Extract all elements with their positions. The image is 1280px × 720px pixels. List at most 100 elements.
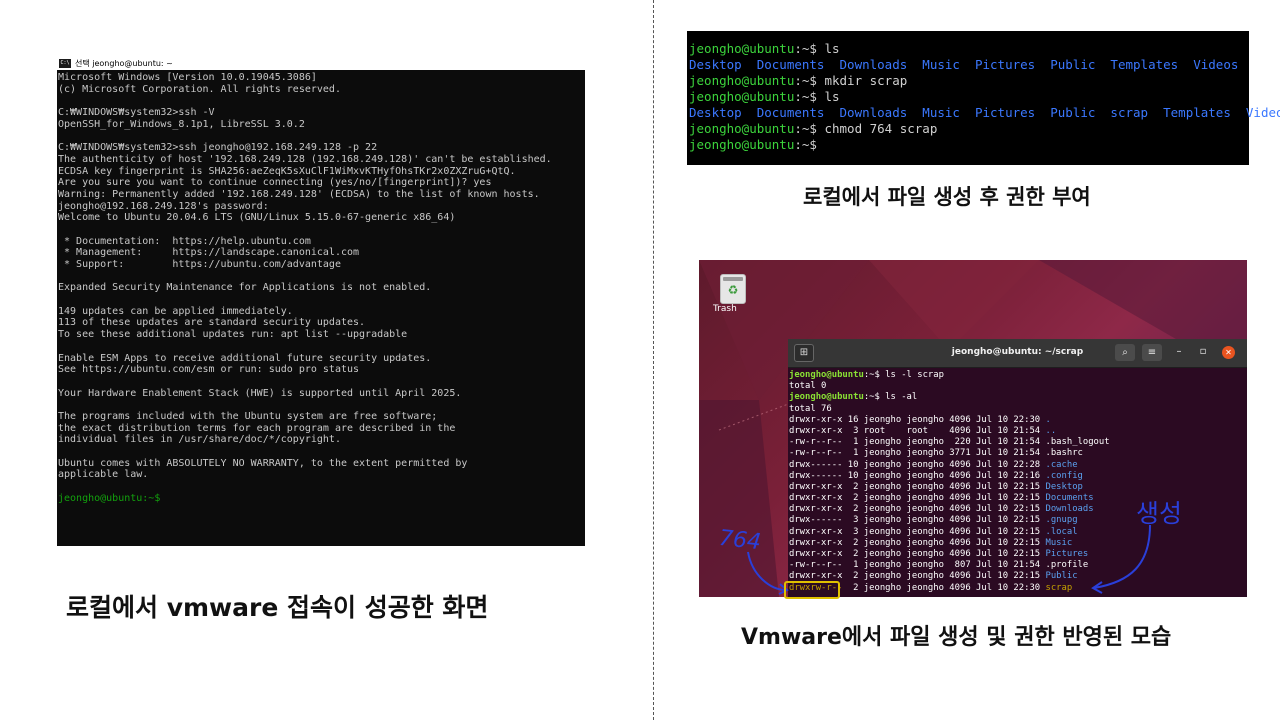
ubuntu-terminal-line: drwx------ 10 jeongho jeongho 4096 Jul 1… <box>788 460 1247 471</box>
ubuntu-terminal-segment: drwxr-xr-x 3 root root 4096 Jul 10 21:54 <box>789 425 1046 436</box>
ubuntu-terminal-line: drwxrw-r-- 2 jeongho jeongho 4096 Jul 10… <box>788 583 1247 594</box>
ubuntu-terminal-output[interactable]: jeongho@ubuntu:~$ ls -l scrap total 0 jeon… <box>788 368 1247 594</box>
cmd-line: Expanded Security Maintenance for Applic… <box>58 282 432 294</box>
ubuntu-terminal-segment: drwxr-xr-x 16 jeongho jeongho 4096 Jul 1… <box>789 414 1046 425</box>
cmd-line: Microsoft Windows [Version 10.0.19045.30… <box>58 72 317 83</box>
cmd-line <box>58 446 584 458</box>
search-icon[interactable]: ⌕ <box>1115 344 1135 361</box>
ubuntu-terminal-segment: drwx------ 10 jeongho jeongho 4096 Jul 1… <box>789 470 1046 481</box>
maximize-icon[interactable]: ▫ <box>1196 345 1210 359</box>
cmd-line: The authenticity of host '192.168.249.12… <box>58 153 552 165</box>
ubuntu-terminal-segment: :~$ ls -al <box>863 392 918 403</box>
ubuntu-terminal-segment: drwxr-xr-x 2 jeongho jeongho 4096 Jul 10… <box>789 504 1046 515</box>
annotation-764: 764 <box>717 525 763 556</box>
local-terminal-segment: :~$ <box>794 137 817 152</box>
ubuntu-terminal-segment: .cache <box>1045 459 1078 470</box>
cmd-line <box>58 224 584 236</box>
ubuntu-terminal-segment: -rw-r--r-- 1 jeongho jeongho 807 Jul 10 … <box>789 560 1089 571</box>
cmd-line: Your Hardware Enablement Stack (HWE) is … <box>58 387 462 399</box>
local-terminal-segment: jeongho@ubuntu <box>689 121 795 136</box>
cmd-line: individual files in /usr/share/doc/*/cop… <box>58 434 341 446</box>
caption-right-top: 로컬에서 파일 생성 후 권한 부여 <box>803 185 1091 209</box>
cmd-output[interactable]: Microsoft Windows [Version 10.0.19045.30… <box>57 70 585 506</box>
cmd-line: Ubuntu comes with ABSOLUTELY NO WARRANTY… <box>58 457 468 469</box>
cmd-window-title: 선택 jeongho@ubuntu: ~ <box>75 58 173 68</box>
cmd-line <box>58 341 584 353</box>
close-icon[interactable]: ✕ <box>1222 346 1235 359</box>
cmd-line: C:₩WINDOWS₩system32>ssh jeongho@192.168.… <box>58 142 378 154</box>
cmd-line: Enable ESM Apps to receive additional fu… <box>58 352 432 364</box>
ubuntu-terminal-segment: .gnupg <box>1045 515 1078 526</box>
ubuntu-terminal-segment: .. <box>1045 425 1057 436</box>
trash-label: Trash <box>713 304 737 314</box>
cmd-line: The programs included with the Ubuntu sy… <box>58 410 438 422</box>
local-terminal[interactable]: jeongho@ubuntu:~$ ls Desktop Documents Do… <box>687 31 1280 165</box>
cmd-line: * Management: https://landscape.canonica… <box>58 247 360 259</box>
ubuntu-terminal-line: total 0 <box>788 381 1247 392</box>
ubuntu-terminal-window: ⊞ jeongho@ubuntu: ~/scrap ⌕ ≡ – ▫ ✕ jeon… <box>788 339 1247 597</box>
terminal-headerbar[interactable]: ⊞ jeongho@ubuntu: ~/scrap ⌕ ≡ – ▫ ✕ <box>788 339 1247 368</box>
local-terminal-segment: jeongho@ubuntu <box>689 73 795 88</box>
dashed-divider <box>653 0 654 720</box>
ubuntu-terminal-line: drwxr-xr-x 2 jeongho jeongho 4096 Jul 10… <box>788 482 1247 493</box>
ubuntu-terminal-line: drwxr-xr-x 2 jeongho jeongho 4096 Jul 10… <box>788 549 1247 560</box>
ubuntu-terminal-line: jeongho@ubuntu:~$ ls -l scrap <box>788 370 1247 381</box>
ubuntu-terminal-segment: -rw-r--r-- 1 jeongho jeongho 220 Jul 10 … <box>789 437 1110 448</box>
cmd-line: Welcome to Ubuntu 20.04.6 LTS (GNU/Linux… <box>58 212 456 224</box>
ubuntu-terminal-line: -rw-r--r-- 1 jeongho jeongho 220 Jul 10 … <box>788 437 1247 448</box>
ubuntu-terminal-segment: :~$ ls -l scrap <box>863 370 944 380</box>
cmd-line: applicable law. <box>58 469 149 481</box>
ubuntu-terminal-segment: . <box>1045 414 1051 425</box>
ubuntu-terminal-segment: scrap <box>1045 582 1073 593</box>
cmd-line: jeongho@192.168.249.128's password: <box>58 200 269 212</box>
cmd-line: jeongho@ubuntu:~$ <box>58 492 161 504</box>
cmd-icon: C:\ <box>59 58 71 68</box>
ubuntu-desktop: ♻ Trash ⊞ jeongho@ubuntu: ~/scrap ⌕ ≡ – … <box>699 260 1247 597</box>
ubuntu-terminal-segment: drwxr-xr-x 2 jeongho jeongho 4096 Jul 10… <box>789 571 1046 582</box>
local-terminal-line: jeongho@ubuntu:~$ <box>687 137 1249 153</box>
cmd-line: the exact distribution terms for each pr… <box>58 422 456 434</box>
cmd-titlebar[interactable]: C:\ 선택 jeongho@ubuntu: ~ <box>57 56 585 70</box>
cmd-line <box>58 130 584 142</box>
trash-icon[interactable]: ♻ <box>720 274 746 304</box>
cmd-line: (c) Microsoft Corporation. All rights re… <box>58 83 341 95</box>
local-terminal-segment: Desktop Documents Downloads Music Pictur… <box>689 57 1239 72</box>
ubuntu-terminal-segment: jeongho@ubuntu <box>789 370 864 380</box>
ubuntu-terminal-line: drwx------ 10 jeongho jeongho 4096 Jul 1… <box>788 471 1247 482</box>
ubuntu-terminal-segment: drwxr-xr-x 3 jeongho jeongho 4096 Jul 10… <box>789 526 1046 537</box>
ubuntu-terminal-line: drwxr-xr-x 3 root root 4096 Jul 10 21:54… <box>788 426 1247 437</box>
ubuntu-terminal-segment: drwxr-xr-x 2 jeongho jeongho 4096 Jul 10… <box>789 493 1046 504</box>
local-terminal-segment: jeongho@ubuntu <box>689 137 795 152</box>
permission-highlight <box>784 581 840 599</box>
local-terminal-segment: :~$ mkdir scrap <box>794 73 908 88</box>
ubuntu-terminal-segment: Music <box>1045 537 1073 548</box>
annotation-created: 생성 <box>1136 499 1183 528</box>
cmd-line: 149 updates can be applied immediately. <box>58 305 293 317</box>
ubuntu-terminal-segment: Desktop <box>1045 481 1083 492</box>
ubuntu-terminal-segment: Documents <box>1045 493 1094 504</box>
cmd-window: C:\ 선택 jeongho@ubuntu: ~ Microsoft Windo… <box>57 56 585 546</box>
minimize-icon[interactable]: – <box>1172 345 1186 359</box>
cmd-line <box>58 294 584 306</box>
ubuntu-terminal-segment: total 0 <box>789 381 827 392</box>
cmd-line <box>58 95 584 107</box>
cmd-line: C:₩WINDOWS₩system32>ssh -V <box>58 107 215 119</box>
menu-icon[interactable]: ≡ <box>1142 344 1162 361</box>
local-terminal-segment: :~$ chmod 764 scrap <box>794 121 938 136</box>
ubuntu-terminal-segment: 2 jeongho jeongho 4096 Jul 10 22:30 <box>842 582 1046 593</box>
local-terminal-segment: :~$ ls <box>794 89 840 104</box>
local-terminal-line: Desktop Documents Downloads Music Pictur… <box>687 57 1249 73</box>
cmd-line <box>58 399 584 411</box>
ubuntu-terminal-line: -rw-r--r-- 1 jeongho jeongho 807 Jul 10 … <box>788 560 1247 571</box>
caption-left: 로컬에서 vmware 접속이 성공한 화면 <box>66 593 489 622</box>
ubuntu-terminal-segment: total 76 <box>789 403 832 414</box>
cmd-line: Are you sure you want to continue connec… <box>58 177 492 189</box>
cmd-line <box>58 481 584 493</box>
ubuntu-terminal-line: drwxr-xr-x 16 jeongho jeongho 4096 Jul 1… <box>788 415 1247 426</box>
cmd-line: ECDSA key fingerprint is SHA256:aeZeqK5s… <box>58 165 516 177</box>
cmd-line: To see these additional updates run: apt… <box>58 329 408 341</box>
local-terminal-line: jeongho@ubuntu:~$ chmod 764 scrap <box>687 121 1249 137</box>
ubuntu-terminal-segment: drwxr-xr-x 2 jeongho jeongho 4096 Jul 10… <box>789 549 1046 559</box>
cmd-line: * Support: https://ubuntu.com/advantage <box>58 259 341 270</box>
cmd-line <box>58 271 584 283</box>
